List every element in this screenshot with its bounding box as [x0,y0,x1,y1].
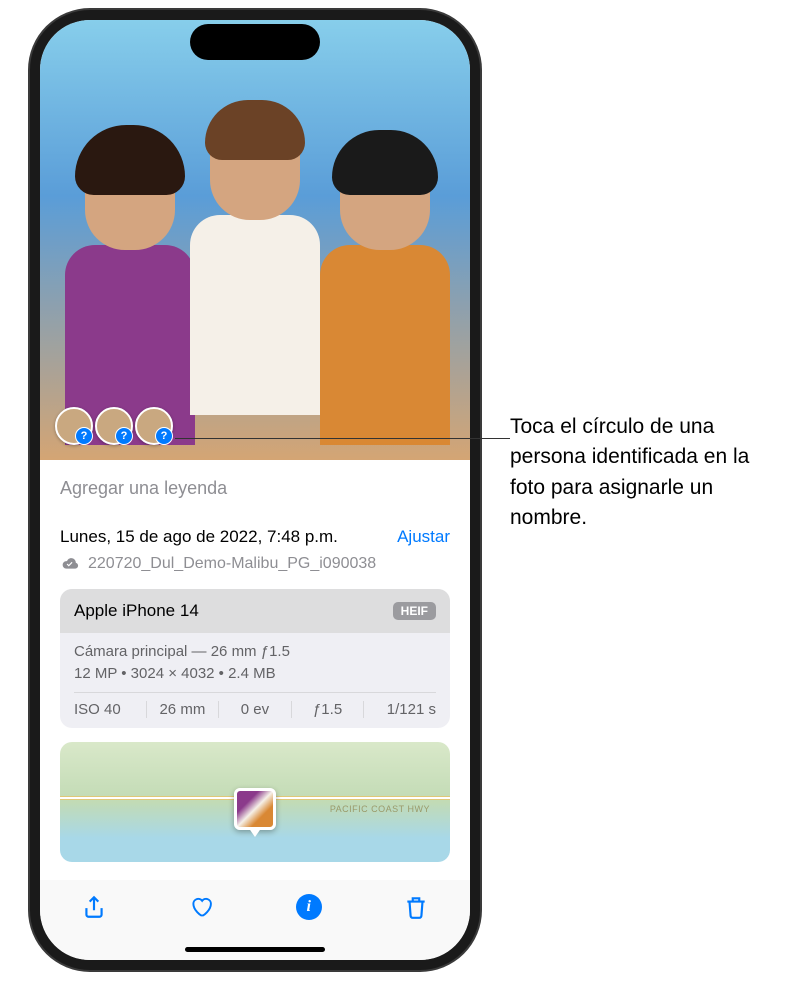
format-badge: HEIF [393,602,436,620]
exif-aperture: ƒ1.5 [292,701,365,718]
adjust-button[interactable]: Ajustar [397,527,450,547]
camera-info-card[interactable]: Apple iPhone 14 HEIF Cámara principal — … [60,589,450,728]
location-map[interactable]: PACIFIC COAST HWY [60,742,450,862]
exif-ev: 0 ev [219,701,292,718]
photo-preview[interactable] [40,20,470,460]
share-icon [81,894,107,920]
callout-text: Toca el círculo de una persona identific… [510,412,770,534]
trash-icon [403,894,429,920]
exif-focal: 26 mm [147,701,220,718]
capture-date: Lunes, 15 de ago de 2022, 7:48 p.m. [60,527,338,547]
home-indicator[interactable] [185,947,325,952]
lens-info: Cámara principal — 26 mm ƒ1.5 [74,643,436,660]
info-button[interactable]: i [294,892,324,922]
delete-button[interactable] [401,892,431,922]
caption-field[interactable]: Agregar una leyenda [40,460,470,517]
face-circle-1[interactable] [55,407,93,445]
photo-person-2 [180,110,330,460]
image-specs: 12 MP • 3024 × 4032 • 2.4 MB [74,665,436,682]
exif-iso: ISO 40 [74,701,147,718]
filename-label: 220720_Dul_Demo-Malibu_PG_i090038 [88,555,376,573]
phone-frame: Agregar una leyenda Lunes, 15 de ago de … [30,10,480,970]
face-circle-3[interactable] [135,407,173,445]
dynamic-island [190,24,320,60]
heart-icon [188,894,214,920]
favorite-button[interactable] [186,892,216,922]
exif-shutter: 1/121 s [364,701,436,718]
photo-person-3 [310,140,460,460]
phone-screen: Agregar una leyenda Lunes, 15 de ago de … [40,20,470,960]
camera-device: Apple iPhone 14 [74,601,199,621]
detected-faces-row [55,407,173,445]
callout-leader-line [175,438,510,439]
metadata-section: Lunes, 15 de ago de 2022, 7:48 p.m. Ajus… [40,517,470,862]
face-circle-2[interactable] [95,407,133,445]
caption-placeholder: Agregar una leyenda [60,478,227,498]
info-icon: i [296,894,322,920]
map-road-label: PACIFIC COAST HWY [330,804,430,814]
bottom-toolbar: i [40,880,470,960]
map-photo-pin[interactable] [234,788,276,830]
icloud-icon [60,556,80,572]
share-button[interactable] [79,892,109,922]
